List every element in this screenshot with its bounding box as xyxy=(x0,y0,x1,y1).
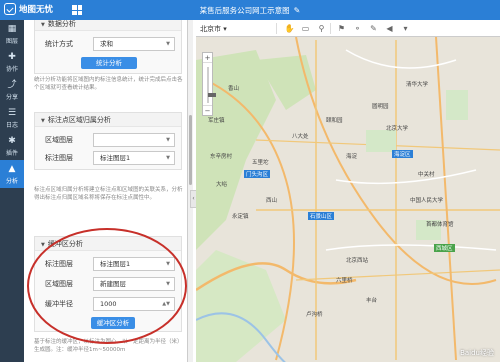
map-district-tag: 石景山区 xyxy=(308,212,335,220)
map-label: 西山 xyxy=(266,198,278,204)
document-title-text: 某售后服务公司网工示意图 xyxy=(199,6,290,15)
map-canvas xyxy=(196,36,500,362)
stats-section: ▼ 数据分析 统计方式 求和 ▼ 统计分析 xyxy=(34,20,182,74)
nav-analysis[interactable]: ▲ 分析 xyxy=(0,160,24,188)
ruler-icon[interactable]: ✎ xyxy=(368,23,379,34)
zoom-control: + − xyxy=(202,52,216,116)
stats-description: 统计分析功能将区域图内的标注信息统计，统计完成后点击各个区域就可查看统计结果。 xyxy=(34,77,183,91)
map-district-tag: 西城区 xyxy=(434,244,455,252)
draw-icon[interactable]: ⚲ xyxy=(316,23,327,34)
map-label: 圆明园 xyxy=(372,104,389,110)
city-select[interactable]: 北京市 ▾ xyxy=(200,24,227,34)
map-label: 东辛房村 xyxy=(210,154,233,160)
pan-hand-icon[interactable]: ✋ xyxy=(284,23,295,34)
attribution-area-row: 区域图层 ▼ xyxy=(41,133,177,147)
attribution-section: ▼ 标注点区域归属分析 区域图层 ▼ 标注图层 标注图层1 ▼ xyxy=(34,112,182,170)
plugin-icon: ✱ xyxy=(8,136,16,146)
map-label: 永定镇 xyxy=(232,214,249,220)
stats-section-title[interactable]: ▼ 数据分析 xyxy=(35,20,181,31)
map-label: 海淀 xyxy=(346,154,358,160)
caret-down-icon: ▼ xyxy=(41,22,45,28)
map-district-tag: 海淀区 xyxy=(392,150,413,158)
select-region-icon[interactable]: ▭ xyxy=(300,23,311,34)
zoom-track[interactable] xyxy=(207,67,216,103)
dropdown-arrow-icon: ▼ xyxy=(166,155,170,161)
nav-plugins[interactable]: ✱ 插件 xyxy=(0,132,24,160)
attribution-area-select[interactable]: ▼ xyxy=(93,133,175,147)
share-node-icon[interactable]: ⚬ xyxy=(352,23,363,34)
dropdown-arrow-icon: ▼ xyxy=(166,137,170,143)
map-label: 中国人民大学 xyxy=(410,198,444,204)
highlight-ellipse xyxy=(27,228,187,344)
caret-down-icon: ▼ xyxy=(41,118,45,124)
map-district-tag: 门头沟区 xyxy=(244,170,271,178)
map-view[interactable]: 北京市 ▾ ✋ ▭ ⚲ ⚑ ⚬ ✎ ◀ ▾ + − 香山 军庄镇 东辛房村 五里… xyxy=(196,20,500,362)
map-label: 北京大学 xyxy=(386,126,409,132)
map-label: 清华大学 xyxy=(406,82,429,88)
log-icon: ☰ xyxy=(7,108,17,118)
zoom-out-button[interactable]: − xyxy=(203,105,212,115)
map-label: 大峪 xyxy=(216,182,228,188)
dropdown-arrow-icon: ▼ xyxy=(166,41,170,47)
zoom-in-button[interactable]: + xyxy=(203,53,212,63)
edit-pencil-icon[interactable]: ✎ xyxy=(294,6,301,15)
toolbar-separator xyxy=(330,23,331,34)
attribution-section-title[interactable]: ▼ 标注点区域归属分析 xyxy=(35,113,181,127)
nav-layers[interactable]: ▦ 图层 xyxy=(0,20,24,48)
attribution-marker-row: 标注图层 标注图层1 ▼ xyxy=(41,151,177,165)
map-label: 军庄镇 xyxy=(208,118,225,124)
map-label: 八大处 xyxy=(292,134,309,140)
analysis-icon: ▲ xyxy=(8,164,16,174)
map-label: 六里桥 xyxy=(336,278,353,284)
marker-icon[interactable]: ⚑ xyxy=(336,23,347,34)
share-icon: ⤴ xyxy=(7,80,17,90)
attribution-marker-select[interactable]: 标注图层1 ▼ xyxy=(93,151,175,165)
map-label: 香山 xyxy=(228,86,240,92)
map-label: 卢沟桥 xyxy=(306,312,323,318)
map-label: 首都体育馆 xyxy=(426,222,454,228)
map-toolbar: 北京市 ▾ ✋ ▭ ⚲ ⚑ ⚬ ✎ ◀ ▾ xyxy=(196,20,500,37)
nav-share[interactable]: ⤴ 分享 xyxy=(0,76,24,104)
scrollbar-thumb[interactable] xyxy=(189,115,192,185)
map-label: 丰台 xyxy=(366,298,378,304)
stats-method-row: 统计方式 求和 ▼ xyxy=(41,37,177,51)
back-arrow-icon[interactable]: ◀ xyxy=(384,23,395,34)
left-nav: ▦ 图层 ✚ 协作 ⤴ 分享 ☰ 日志 ✱ 插件 ▲ 分析 xyxy=(0,20,24,362)
nav-log[interactable]: ☰ 日志 xyxy=(0,104,24,132)
layers-icon: ▦ xyxy=(7,24,17,34)
caret-down-icon: ▼ xyxy=(41,242,45,248)
top-bar: 地图无忧 某售后服务公司网工示意图 ✎ xyxy=(0,0,500,20)
stats-analyze-button[interactable]: 统计分析 xyxy=(81,57,137,69)
collab-icon: ✚ xyxy=(8,52,16,62)
document-title[interactable]: 某售后服务公司网工示意图 ✎ xyxy=(0,5,500,16)
map-label: 五里坨 xyxy=(252,160,269,166)
map-label: 中关村 xyxy=(418,172,435,178)
toolbar-separator xyxy=(276,23,277,34)
map-label: 北京西站 xyxy=(346,258,369,264)
more-dropdown-icon[interactable]: ▾ xyxy=(400,23,411,34)
nav-collab[interactable]: ✚ 协作 xyxy=(0,48,24,76)
attribution-description: 标注点区域归属分析将建立标注点和区域图的关联关系，分析得出标注点归属区域名称将保… xyxy=(34,187,183,201)
stats-method-select[interactable]: 求和 ▼ xyxy=(93,37,175,51)
map-label: 颐和园 xyxy=(326,118,343,124)
zoom-knob[interactable] xyxy=(208,93,216,97)
watermark: Baidu经验 xyxy=(460,349,494,357)
